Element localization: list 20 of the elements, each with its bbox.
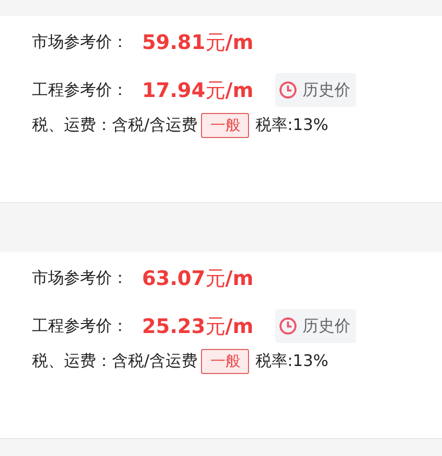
history-price-button[interactable]: 历史价 bbox=[275, 73, 356, 107]
history-price-button[interactable]: 历史价 bbox=[275, 309, 356, 343]
tax-freight-label: 税、运费： bbox=[32, 350, 112, 372]
tax-freight-value: 含税/含运费 bbox=[112, 350, 198, 372]
tax-type-tag: 一般 bbox=[201, 112, 250, 138]
tax-rate: 税率:13% bbox=[255, 114, 328, 136]
project-price-label: 工程参考价： bbox=[32, 80, 128, 100]
project-price: 25.23元/m bbox=[142, 312, 254, 340]
project-price-label: 工程参考价： bbox=[32, 316, 128, 336]
market-price-label: 市场参考价： bbox=[32, 32, 128, 52]
tax-rate: 税率:13% bbox=[255, 350, 328, 372]
tax-freight-label: 税、运费： bbox=[32, 114, 112, 136]
tax-freight-value: 含税/含运费 bbox=[112, 114, 198, 136]
market-price: 59.81元/m bbox=[142, 28, 254, 56]
project-price: 17.94元/m bbox=[142, 76, 254, 104]
tax-type-tag: 一般 bbox=[201, 348, 250, 374]
market-price-label: 市场参考价： bbox=[32, 268, 128, 288]
market-price: 63.07元/m bbox=[142, 264, 254, 292]
clock-icon bbox=[279, 81, 298, 99]
clock-icon bbox=[279, 317, 298, 335]
